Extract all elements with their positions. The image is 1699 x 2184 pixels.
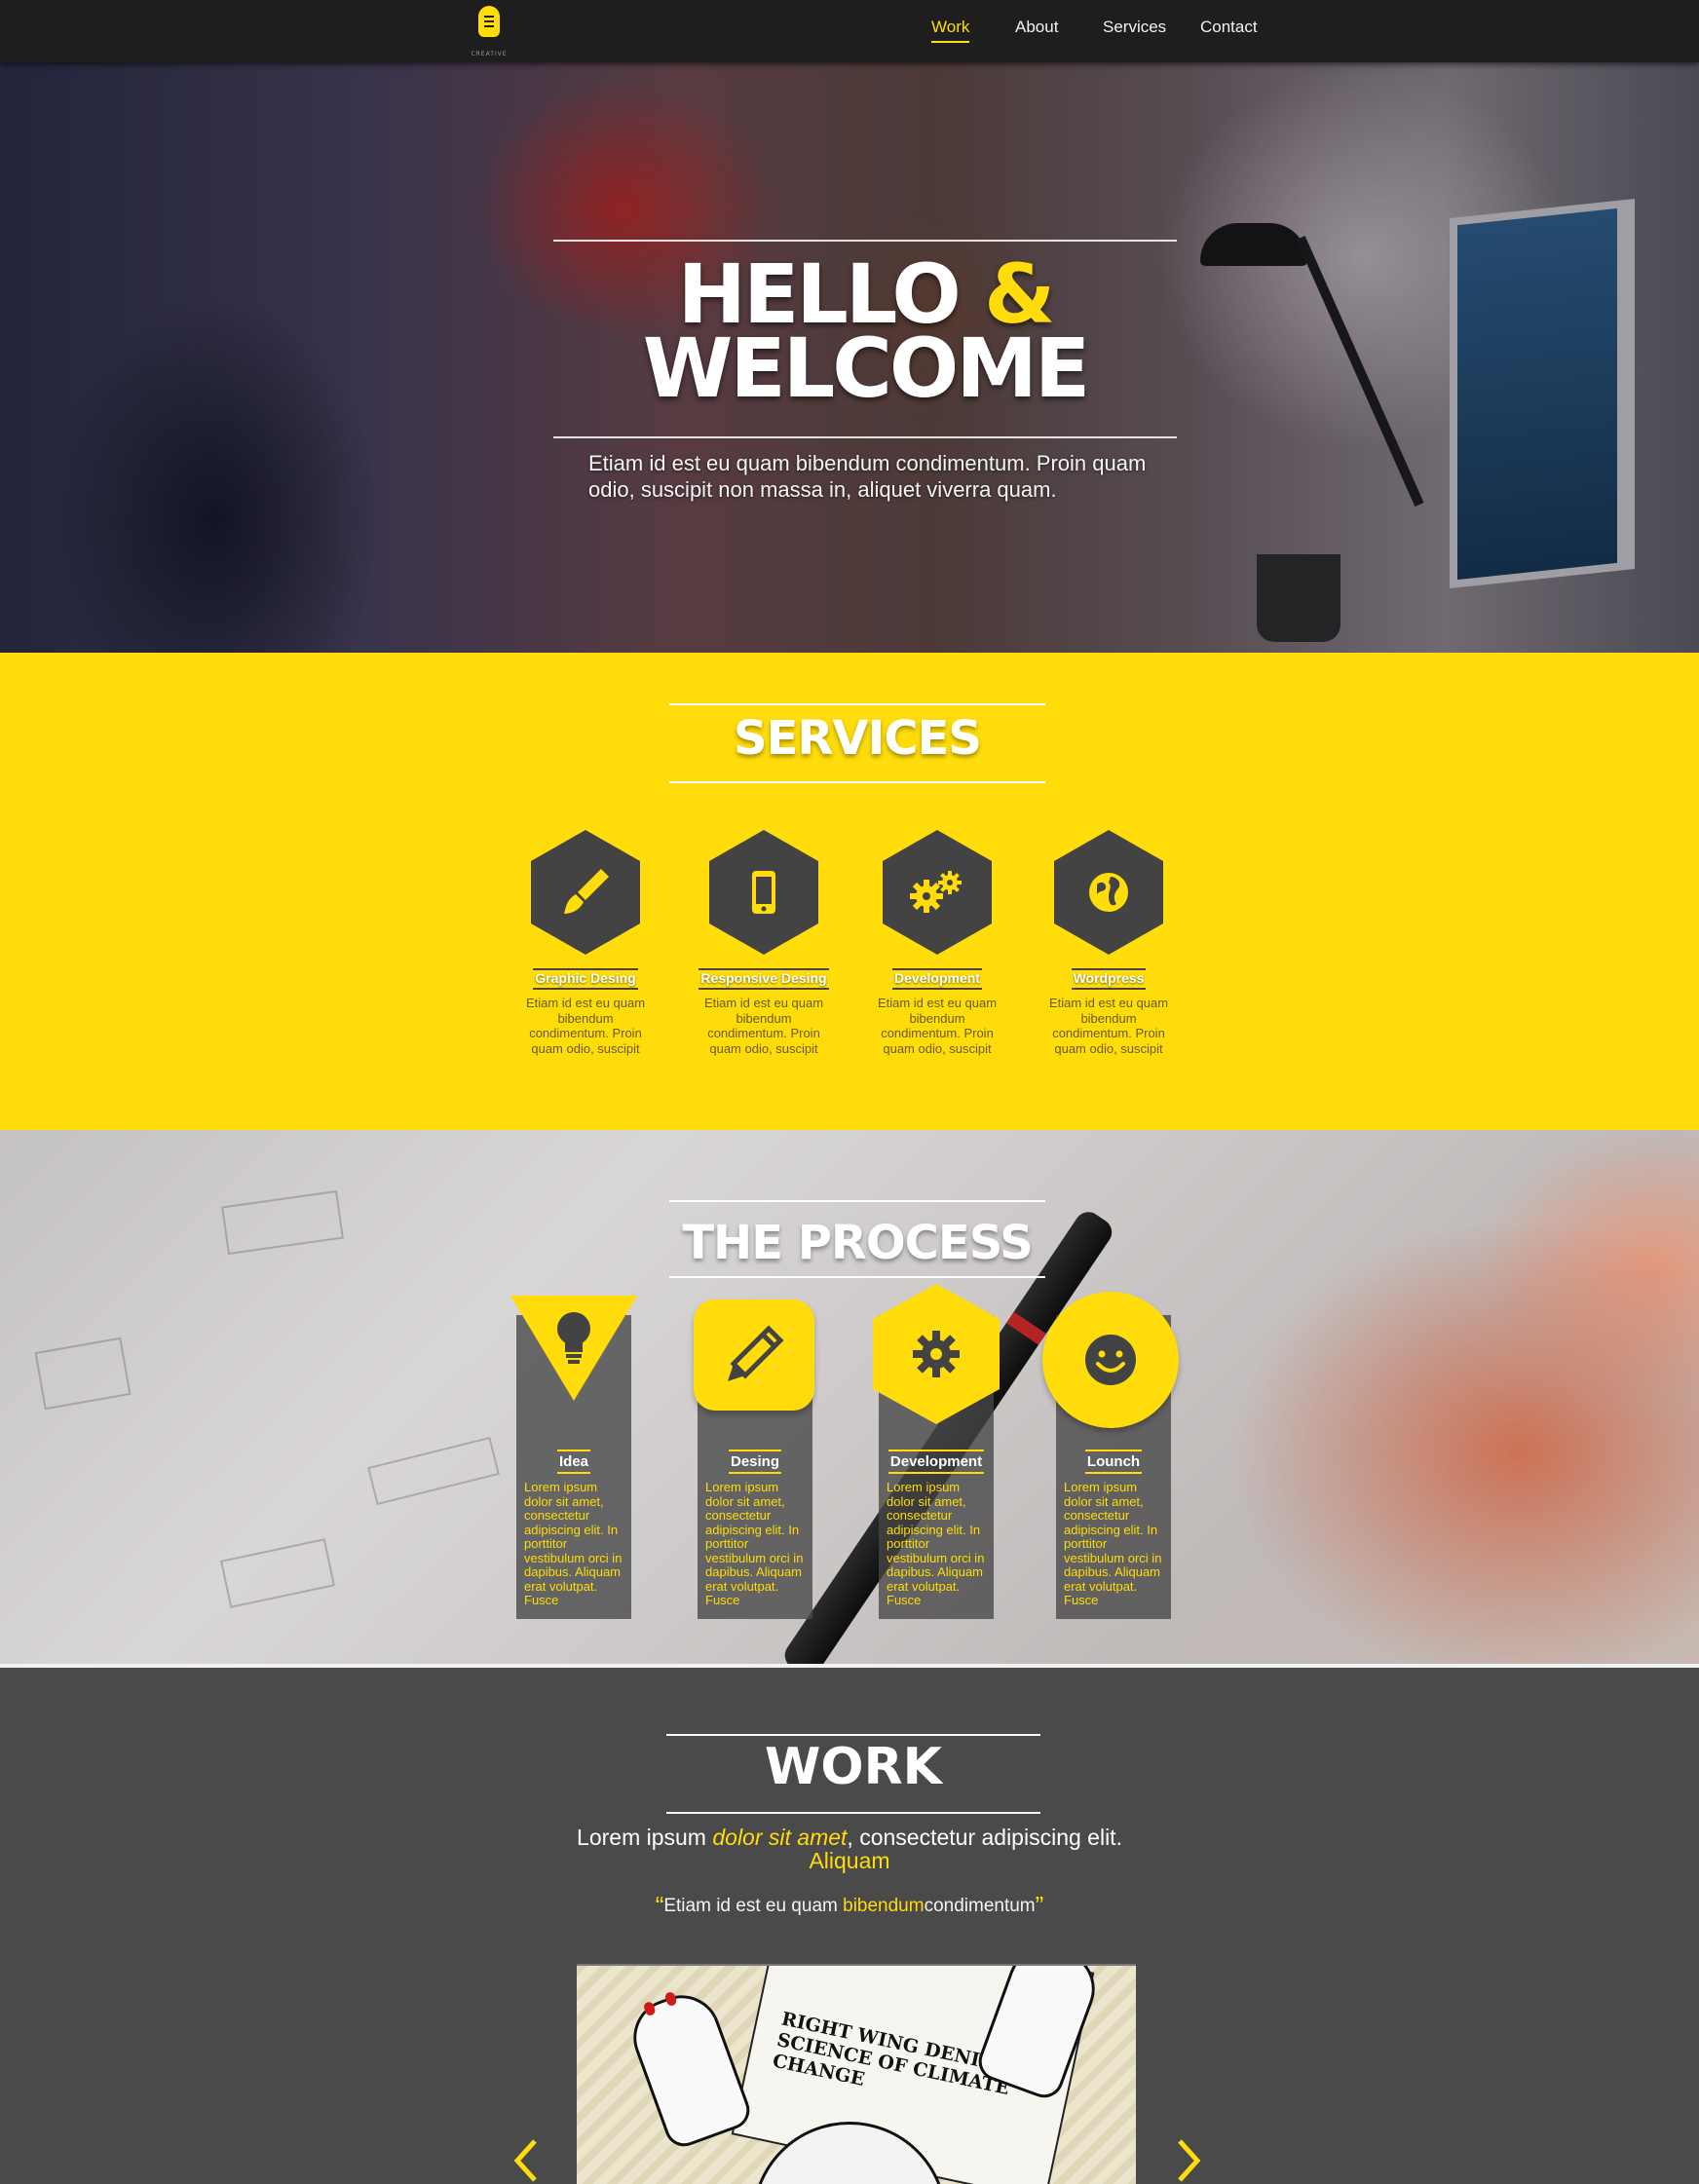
nav-item-about[interactable]: About <box>1015 18 1058 41</box>
process-step-description: Lorem ipsum dolor sit amet, consectetur … <box>705 1480 804 1607</box>
service-description: Etiam id est eu quam bibendum condimentu… <box>703 996 824 1056</box>
services-section: SERVICES Graphic Desing Etiam id est eu … <box>0 653 1699 1130</box>
sketch-doodle <box>34 1337 132 1411</box>
work-rule-bottom <box>666 1812 1040 1814</box>
service-description: Etiam id est eu quam bibendum condimentu… <box>877 996 998 1056</box>
logo-text: CREATIVE <box>471 51 508 57</box>
hero-section: HELLO & WELCOME Etiam id est eu quam bib… <box>0 62 1699 653</box>
service-graphic-design[interactable]: Graphic Desing Etiam id est eu quam bibe… <box>517 830 654 1056</box>
work-title: WORK <box>765 1738 942 1796</box>
quote-close-mark: ” <box>1035 1891 1044 1920</box>
globe-icon <box>1054 830 1163 955</box>
smartphone-icon <box>709 830 818 955</box>
sketch-doodle <box>221 1189 344 1256</box>
services-rule-bottom <box>669 781 1045 783</box>
service-development[interactable]: Development Etiam id est eu quam bibendu… <box>869 830 1005 1056</box>
nav-item-work[interactable]: Work <box>931 18 970 43</box>
hero-rule-bottom <box>553 436 1177 438</box>
sketch-doodle <box>367 1436 500 1506</box>
process-step-idea[interactable]: Idea Lorem ipsum dolor sit amet, consect… <box>510 1296 637 1619</box>
service-label: Graphic Desing <box>533 968 638 990</box>
services-rule-top <box>669 703 1045 705</box>
gear-icon <box>873 1284 1000 1424</box>
quote-open-mark: “ <box>655 1891 664 1920</box>
work-section: WORK Lorem ipsum dolor sit amet, consect… <box>0 1668 1699 2184</box>
chevron-left-icon[interactable] <box>507 2131 546 2184</box>
top-navigation: CREATIVE Work About Services Contact <box>0 0 1699 62</box>
service-label: Development <box>892 968 982 990</box>
process-step-label: Idea <box>516 1450 631 1474</box>
process-step-description: Lorem ipsum dolor sit amet, consectetur … <box>887 1480 985 1607</box>
gears-icon <box>883 830 992 955</box>
hero-title-welcome: WELCOME <box>642 320 1091 416</box>
process-step-label: Desing <box>698 1450 812 1474</box>
process-section: THE PROCESS Idea Lorem ipsum dolor sit a… <box>0 1130 1699 1664</box>
service-label: Responsive Desing <box>698 968 829 990</box>
nav-item-services[interactable]: Services <box>1103 18 1166 41</box>
process-title: THE PROCESS <box>682 1216 1033 1270</box>
pencil-icon <box>694 1299 814 1411</box>
work-rule-top <box>666 1734 1040 1736</box>
pen-band <box>1005 1311 1046 1345</box>
paintbrush-icon <box>531 830 640 955</box>
chevron-right-icon[interactable] <box>1169 2131 1208 2184</box>
smiley-icon <box>1042 1292 1179 1428</box>
logo-mark-icon <box>478 6 500 37</box>
service-description: Etiam id est eu quam bibendum condimentu… <box>525 996 646 1056</box>
hero-title: HELLO & WELCOME <box>553 253 1177 409</box>
service-label: Wordpress <box>1071 968 1147 990</box>
services-title: SERVICES <box>734 711 982 766</box>
process-rule-bottom <box>669 1276 1045 1278</box>
process-rule-top <box>669 1200 1045 1202</box>
hero-rule-top <box>553 240 1177 242</box>
lightbulb-icon <box>510 1296 637 1401</box>
work-quote: “Etiam id est eu quam bibendumcondimentu… <box>655 1891 1044 1920</box>
portfolio-image[interactable]: RIGHT WING DENIES SCIENCE OF CLIMATE CHA… <box>577 1964 1136 2184</box>
process-step-label: Development <box>879 1450 994 1474</box>
process-step-launch[interactable]: Lounch Lorem ipsum dolor sit amet, conse… <box>1042 1292 1179 1619</box>
process-step-description: Lorem ipsum dolor sit amet, consectetur … <box>1064 1480 1162 1607</box>
service-responsive-design[interactable]: Responsive Desing Etiam id est eu quam b… <box>696 830 832 1056</box>
nav-item-contact[interactable]: Contact <box>1200 18 1258 41</box>
sketch-doodle <box>220 1538 335 1608</box>
service-description: Etiam id est eu quam bibendum condimentu… <box>1048 996 1169 1056</box>
logo[interactable]: CREATIVE <box>466 4 512 58</box>
process-step-design[interactable]: Desing Lorem ipsum dolor sit amet, conse… <box>694 1299 814 1619</box>
process-step-description: Lorem ipsum dolor sit amet, consectetur … <box>524 1480 623 1607</box>
process-step-label: Lounch <box>1056 1450 1171 1474</box>
work-subtitle: Lorem ipsum dolor sit amet, consectetur … <box>577 1825 1122 1873</box>
hero-subtitle: Etiam id est eu quam bibendum condimentu… <box>588 451 1147 502</box>
service-wordpress[interactable]: Wordpress Etiam id est eu quam bibendum … <box>1040 830 1177 1056</box>
process-step-development[interactable]: Development Lorem ipsum dolor sit amet, … <box>873 1284 1000 1619</box>
